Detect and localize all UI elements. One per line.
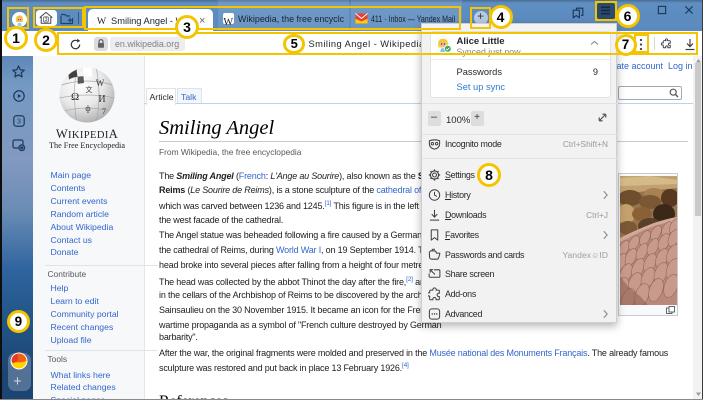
svg-text:W: W — [96, 78, 105, 88]
svg-text:7: 7 — [102, 107, 106, 116]
svg-text:Ω: Ω — [71, 91, 79, 103]
svg-text:文: 文 — [86, 85, 93, 94]
svg-text:И: И — [98, 94, 105, 105]
svg-text:ф: ф — [85, 104, 90, 113]
svg-text:3: 3 — [17, 118, 21, 125]
